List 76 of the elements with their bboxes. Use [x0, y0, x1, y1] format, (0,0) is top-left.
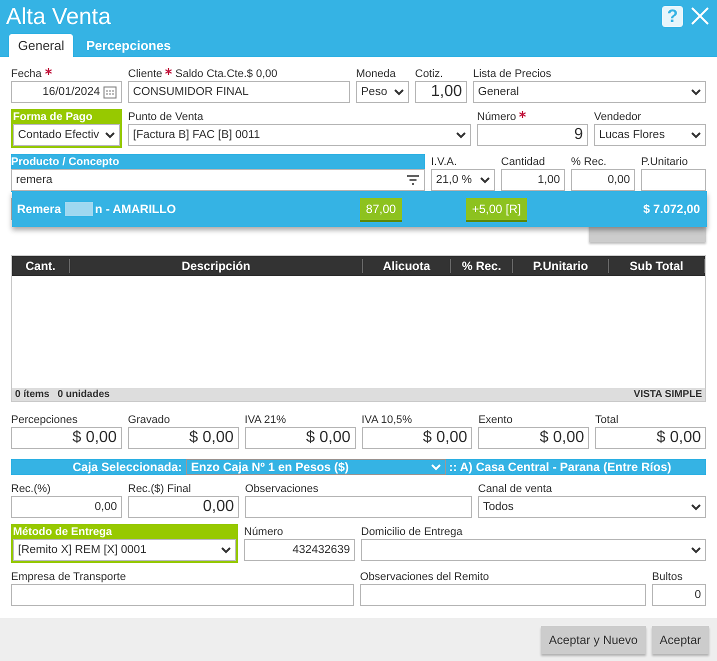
input-field[interactable]: 0: [652, 584, 706, 606]
dropdown[interactable]: Lucas Flores: [594, 124, 706, 146]
field-label: Domicilio de Entrega: [361, 526, 462, 538]
field-label: Método de Entrega: [13, 526, 112, 538]
total-field: $ 0,00: [128, 427, 239, 449]
column-header: Cant.: [12, 259, 70, 273]
search-field[interactable]: remera: [11, 169, 425, 191]
date-field[interactable]: 16/01/2024: [11, 81, 122, 103]
total-field: $ 0,00: [11, 427, 122, 449]
input-field[interactable]: 1,00: [501, 169, 565, 191]
product-price: $ 7.072,00: [643, 202, 701, 216]
surcharge-badge: +5,00 [R]: [466, 198, 527, 220]
accept-button[interactable]: Aceptar: [652, 626, 709, 654]
field-label: Empresa de Transporte: [11, 570, 126, 582]
total-field: $ 0,00: [595, 427, 706, 449]
product-name: Remera: [17, 202, 62, 216]
dropdown[interactable]: [Factura B] FAC [B] 0011: [128, 124, 471, 146]
field-label: Observaciones del Remito: [360, 570, 490, 582]
field-label: IVA 21%: [244, 414, 286, 426]
total-field: $ 0,00: [478, 427, 590, 449]
dropdown[interactable]: Peso: [356, 81, 409, 103]
field-label: I.V.A.: [431, 156, 457, 168]
dropdown[interactable]: Todos: [478, 496, 706, 518]
window-title: Alta Venta: [6, 2, 112, 30]
input-field[interactable]: 9: [477, 124, 588, 146]
input-field[interactable]: 0,00: [128, 496, 239, 518]
cash-register-label: Caja Seleccionada:: [72, 460, 183, 474]
product-name: n - AMARILLO: [95, 202, 176, 216]
field-label: Total: [595, 414, 618, 426]
field-label: Número: [244, 526, 284, 538]
field-label: % Rec.: [571, 156, 606, 168]
branch-label: :: A) Casa Central - Parana (Entre Ríos): [449, 460, 672, 474]
field-label: Producto / Concepto: [11, 156, 120, 168]
input-field[interactable]: CONSUMIDOR FINAL: [128, 81, 350, 103]
field-label: IVA 10,5%: [362, 414, 412, 426]
stock-badge: 87,00: [360, 198, 402, 220]
tab[interactable]: General: [9, 34, 74, 57]
dropdown[interactable]: Contado Efectiv: [13, 124, 120, 146]
unit-count: 0 unidades: [57, 389, 110, 400]
field-label: Observaciones: [245, 482, 318, 494]
field-label: Forma de Pago: [13, 110, 92, 122]
field-label: Cantidad: [501, 156, 546, 168]
field-label: P.Unitario: [641, 156, 688, 168]
total-field: $ 0,00: [244, 427, 356, 449]
input-field[interactable]: 0,00: [11, 496, 122, 518]
field-label: Rec.($) Final: [128, 482, 191, 494]
field-label: Fecha: [11, 68, 42, 80]
input-field[interactable]: 1,00: [415, 81, 467, 103]
accept-button[interactable]: Aceptar y Nuevo: [540, 626, 646, 654]
dropdown[interactable]: 21,0 %: [431, 169, 495, 191]
input-field[interactable]: 0,00: [571, 169, 635, 191]
field-label: Lista de Precios: [473, 68, 552, 80]
column-header: Alicuota: [363, 259, 451, 273]
field-label: Punto de Venta: [128, 110, 204, 122]
field-label: Canal de venta: [478, 482, 552, 494]
dropdown[interactable]: General: [473, 81, 706, 103]
item-count: 0 ítems: [15, 389, 50, 400]
field-label: Cotiz.: [415, 68, 444, 80]
column-header: Descripción: [70, 259, 363, 273]
field-label: Vendedor: [594, 110, 642, 122]
field-label: Percepciones: [11, 414, 78, 426]
field-label: Gravado: [128, 414, 170, 426]
field-label: Cliente: [128, 68, 162, 80]
dropdown[interactable]: [Remito X] REM [X] 0001: [13, 539, 236, 561]
balance-label: Saldo Cta.Cte.$ 0,00: [175, 68, 278, 80]
column-header: P.Unitario: [513, 259, 609, 273]
total-field: $ 0,00: [362, 427, 472, 449]
field-label: Exento: [478, 414, 513, 426]
input-field[interactable]: 432432639: [244, 539, 355, 561]
field-label: Moneda: [356, 68, 396, 80]
column-header: Sub Total: [609, 259, 705, 273]
field-label: Número: [477, 110, 516, 122]
column-header: % Rec.: [451, 259, 513, 273]
field-label: Bultos: [652, 570, 683, 582]
field-label: Rec.(%): [11, 482, 51, 494]
view-mode-link[interactable]: VISTA SIMPLE: [634, 389, 702, 400]
